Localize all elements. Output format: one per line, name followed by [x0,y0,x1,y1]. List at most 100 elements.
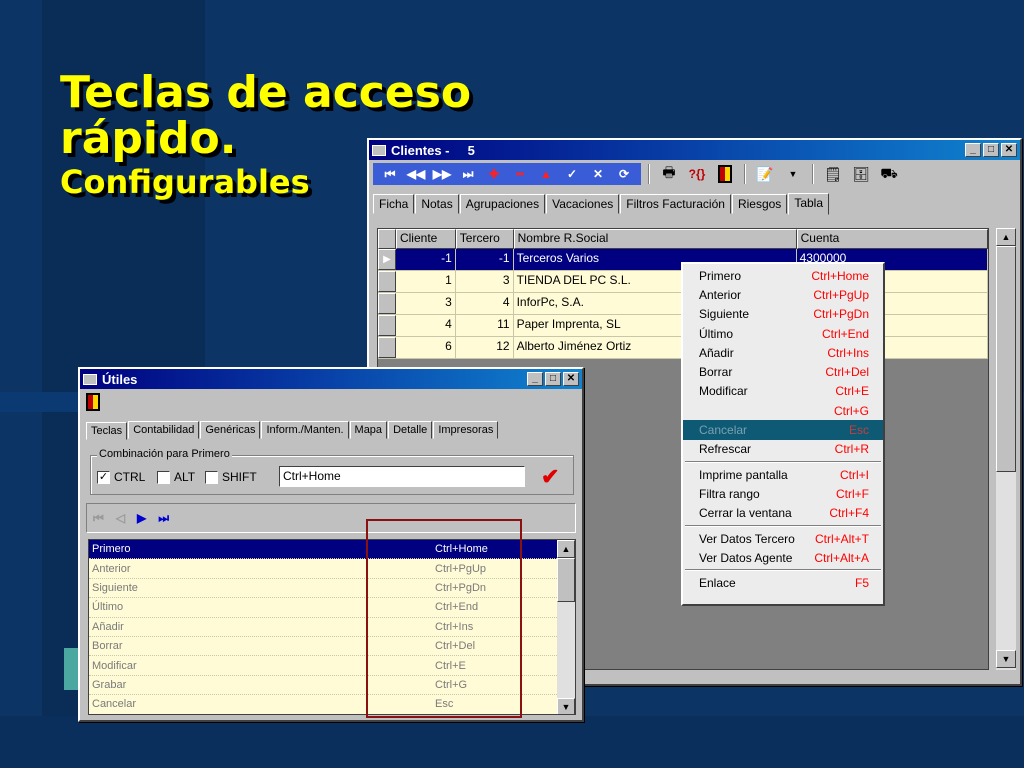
tab-5[interactable]: Riesgos [731,194,788,214]
utiles-tab-5[interactable]: Detalle [388,421,433,439]
menu-item[interactable]: Cancelar Esc [683,420,883,440]
dropdown-arrow-icon[interactable]: ▼ [781,163,805,185]
menu-item[interactable]: Siguiente Ctrl+PgDn [683,305,883,324]
clientes-titlebar[interactable]: Clientes - 5 _ □ ✕ [369,140,1020,160]
menu-item[interactable]: Cerrar la ventana Ctrl+F4 [683,504,883,523]
tab-6[interactable]: Tabla [788,193,829,215]
cell-tercero[interactable]: -1 [456,249,514,270]
alt-checkbox-box[interactable] [157,470,170,484]
print-icon[interactable]: 🖶 [657,163,681,185]
ivan-logo-icon[interactable]: ⛟ [877,163,901,185]
scroll-thumb[interactable] [557,558,575,602]
maximize-button[interactable]: □ [545,372,561,386]
minimize-button[interactable]: _ [965,143,981,157]
edit-icon[interactable]: ▲ [533,164,559,184]
shift-checkbox-box[interactable] [205,470,218,484]
previous-record-icon[interactable]: ◁ [116,511,125,525]
row-indicator[interactable] [378,293,396,314]
menu-item[interactable]: Imprime pantalla Ctrl+I [683,465,883,484]
cell-tercero[interactable]: 12 [456,337,514,358]
last-record-icon[interactable]: ⏭ [455,164,481,184]
row-indicator[interactable] [378,271,396,292]
confirm-check-icon[interactable]: ✔ [541,464,559,490]
previous-record-icon[interactable]: ◀◀ [403,164,429,184]
menu-item-shortcut: Ctrl+Del [825,365,869,380]
menu-item[interactable]: Refrescar Ctrl+R [683,440,883,459]
clientes-scrollbar[interactable]: ▲ ▼ [996,228,1016,670]
cancel-x-icon[interactable]: ✕ [585,164,611,184]
scroll-up-icon[interactable]: ▲ [996,228,1016,246]
notes-icon[interactable]: 🗒 [821,163,845,185]
scroll-down-icon[interactable]: ▼ [996,650,1016,668]
next-record-icon[interactable]: ▶▶ [429,164,455,184]
utiles-tab-3[interactable]: Inform./Manten. [261,421,349,439]
cell-cliente[interactable]: 6 [396,337,456,358]
close-button[interactable]: ✕ [563,372,579,386]
tab-4[interactable]: Filtros Facturación [620,194,731,214]
utiles-tab-2[interactable]: Genéricas [200,421,261,439]
utiles-tab-6[interactable]: Impresoras [433,421,499,439]
scroll-up-icon[interactable]: ▲ [557,540,575,558]
add-icon[interactable]: ✚ [481,164,507,184]
menu-item[interactable]: Ver Datos Agente Ctrl+Alt+A [683,548,883,567]
row-indicator[interactable] [378,315,396,336]
tab-2[interactable]: Agrupaciones [459,194,546,214]
report-icon[interactable]: 📝 [753,163,777,185]
list-scrollbar[interactable]: ▲ ▼ [557,540,575,714]
tab-3[interactable]: Vacaciones [546,194,620,214]
column-header-tercero[interactable]: Tercero [455,229,514,249]
cell-tercero[interactable]: 11 [456,315,514,336]
utiles-tab-0[interactable]: Teclas [86,422,128,440]
last-record-icon[interactable]: ⏭ [158,511,169,526]
save-check-icon[interactable]: ✓ [559,164,585,184]
refresh-icon[interactable]: ⟳ [611,164,637,184]
delete-icon[interactable]: ━ [507,164,533,184]
cell-tercero[interactable]: 3 [456,271,514,292]
utiles-tab-4[interactable]: Mapa [349,421,388,439]
menu-item[interactable]: Filtra rango Ctrl+F [683,484,883,503]
door-exit-icon[interactable] [86,393,100,411]
menu-item[interactable]: Enlace F5 [683,573,883,592]
scroll-thumb[interactable] [996,246,1016,472]
cell-tercero[interactable]: 4 [456,293,514,314]
column-header-nombre[interactable]: Nombre R.Social [513,229,797,249]
cell-cliente[interactable]: -1 [396,249,456,270]
menu-item[interactable]: Último Ctrl+End [683,324,883,343]
door-exit-icon[interactable] [713,163,737,185]
alt-checkbox[interactable]: ALT [157,470,195,484]
utiles-tab-1[interactable]: Contabilidad [128,421,200,439]
menu-item[interactable]: Borrar Ctrl+Del [683,362,883,381]
scroll-down-icon[interactable]: ▼ [557,698,575,714]
tab-1[interactable]: Notas [415,194,459,214]
shortcut-input[interactable]: Ctrl+Home [279,466,525,487]
close-button[interactable]: ✕ [1001,143,1017,157]
column-header-cliente[interactable]: Cliente [395,229,456,249]
minimize-button[interactable]: _ [527,372,543,386]
menu-item[interactable]: Primero Ctrl+Home [683,266,883,285]
menu-item[interactable]: Añadir Ctrl+Ins [683,343,883,362]
cell-cliente[interactable]: 4 [396,315,456,336]
ctrl-checkbox[interactable]: ✓ CTRL [97,470,145,484]
cell-cliente[interactable]: 1 [396,271,456,292]
database-icon[interactable]: 🗄 [849,163,873,185]
cell-cliente[interactable]: 3 [396,293,456,314]
shift-checkbox[interactable]: SHIFT [205,470,257,484]
menu-item[interactable]: Ver Datos Tercero Ctrl+Alt+T [683,529,883,548]
tab-0[interactable]: Ficha [373,194,415,214]
ctrl-checkbox-box[interactable]: ✓ [97,470,110,484]
menu-item[interactable]: Ctrl+G [683,401,883,420]
menu-item[interactable]: Modificar Ctrl+E [683,382,883,401]
utiles-titlebar[interactable]: Útiles _ □ ✕ [80,369,582,389]
filter-icon[interactable]: ?{} [685,163,709,185]
menu-item[interactable]: Anterior Ctrl+PgUp [683,285,883,304]
row-indicator[interactable]: ▶ [378,249,396,270]
maximize-button[interactable]: □ [983,143,999,157]
first-record-icon[interactable]: ⏮ [377,164,403,184]
column-header-cuenta[interactable]: Cuenta [796,229,988,249]
scroll-track[interactable] [996,472,1016,650]
scroll-track[interactable] [557,602,575,698]
row-indicator[interactable] [378,337,396,358]
first-record-icon[interactable]: ⏮ [93,511,104,526]
decorative-square [64,648,78,690]
next-record-icon[interactable]: ▶ [137,511,146,525]
